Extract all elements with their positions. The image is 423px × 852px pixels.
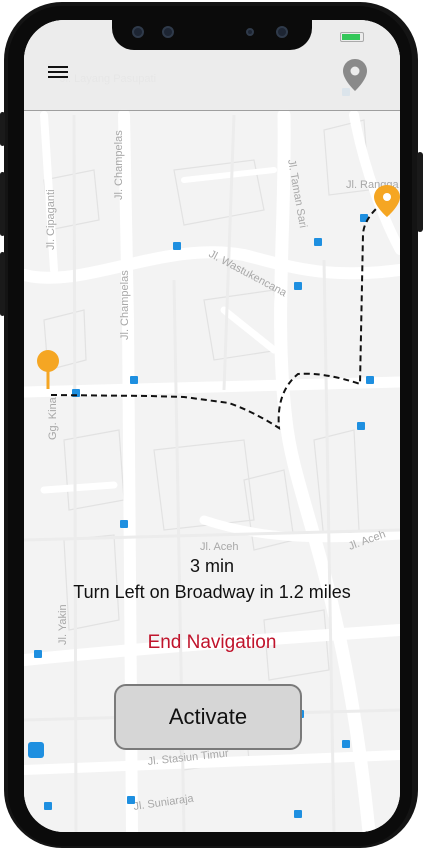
volume-down-button: [0, 252, 5, 316]
map-label: Gg. Kina: [47, 396, 59, 440]
map-label: Jl. Champelas: [119, 270, 131, 340]
battery-level: [342, 34, 360, 40]
sensor-dot: [132, 26, 144, 38]
power-button: [417, 152, 423, 232]
turn-instruction: Turn Left on Broadway in 1.2 miles: [73, 582, 351, 602]
menu-line: [48, 71, 68, 73]
mute-switch: [0, 112, 5, 146]
front-camera-icon: [162, 26, 174, 38]
menu-line: [48, 66, 68, 68]
face-id-camera: [276, 26, 288, 38]
hamburger-menu-icon[interactable]: [48, 66, 68, 80]
train-station-icon: [28, 742, 44, 758]
proximity-sensor: [246, 28, 254, 36]
map-label: Jl. Cipaganti: [45, 189, 57, 250]
map-pin-icon[interactable]: [342, 58, 368, 92]
map-label: Jl. Aceh: [200, 541, 239, 553]
device-notch: [112, 20, 312, 50]
activate-button[interactable]: Activate: [114, 684, 302, 750]
menu-line: [48, 76, 68, 78]
battery-icon: [340, 32, 364, 42]
app-screen: Jl. Layang Pasupati Jl. Champelas Jl. Ci…: [24, 20, 400, 832]
eta-text: 3 min: [189, 556, 234, 576]
map-label: Jl. Champelas: [113, 130, 125, 200]
volume-up-button: [0, 172, 5, 236]
end-navigation-link[interactable]: End Navigation: [24, 632, 400, 654]
